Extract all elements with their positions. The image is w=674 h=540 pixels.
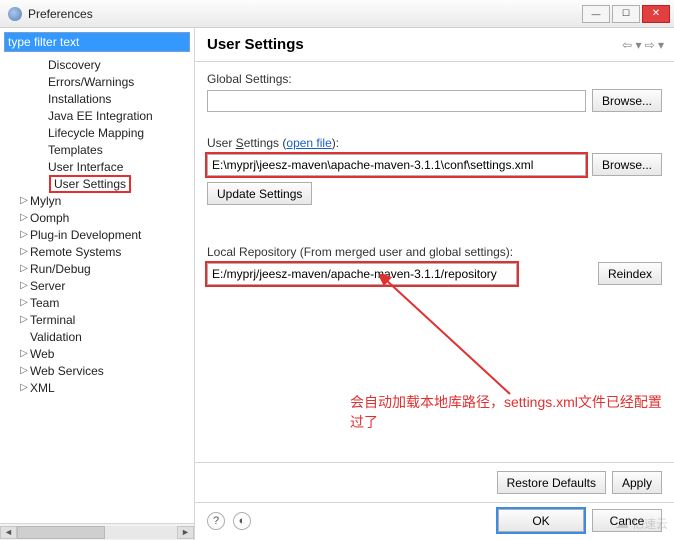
local-repo-field[interactable]: E:/myprj/jeesz-maven/apache-maven-3.1.1/… xyxy=(207,263,517,285)
tree-item[interactable]: Java EE Integration xyxy=(4,107,194,124)
tree-item[interactable]: Templates xyxy=(4,141,194,158)
tree-label: XML xyxy=(30,381,55,395)
tree-label: Terminal xyxy=(30,313,75,327)
expand-icon[interactable]: ▷ xyxy=(18,263,30,274)
tree-item[interactable]: ▷Plug-in Development xyxy=(4,226,194,243)
filter-input[interactable] xyxy=(5,33,189,51)
expand-icon[interactable]: ▷ xyxy=(18,365,30,376)
expand-icon[interactable]: ▷ xyxy=(18,246,30,257)
app-icon xyxy=(8,7,22,21)
global-settings-label: Global Settings: xyxy=(207,72,662,86)
tree-label: Run/Debug xyxy=(30,262,91,276)
tree-item[interactable]: ▷Team xyxy=(4,294,194,311)
expand-icon[interactable]: ▷ xyxy=(18,195,30,206)
scroll-left-icon[interactable]: ◄ xyxy=(0,526,17,539)
tree-item[interactable]: Validation xyxy=(4,328,194,345)
tree-label: Lifecycle Mapping xyxy=(48,126,144,140)
tree-item[interactable]: ▷Web Services xyxy=(4,362,194,379)
nav-forward-icon[interactable]: ⇨ ▾ xyxy=(645,38,664,52)
tree-label: Web Services xyxy=(30,364,104,378)
reindex-button[interactable]: Reindex xyxy=(598,262,662,285)
annotation-text: 会自动加载本地库路径，settings.xml文件已经配置过了 xyxy=(350,392,674,432)
page-title: User Settings xyxy=(207,36,622,53)
expand-icon[interactable]: ▷ xyxy=(18,280,30,291)
expand-icon[interactable]: ▷ xyxy=(18,314,30,325)
horizontal-scrollbar[interactable]: ◄ ► xyxy=(0,523,194,540)
tree-label: Plug-in Development xyxy=(30,228,141,242)
tree-label: Web xyxy=(30,347,54,361)
tree-item[interactable]: Installations xyxy=(4,90,194,107)
browse-user-button[interactable]: Browse... xyxy=(592,153,662,176)
tree-label: Mylyn xyxy=(30,194,61,208)
restore-defaults-button[interactable]: Restore Defaults xyxy=(497,471,606,494)
local-repo-label: Local Repository (From merged user and g… xyxy=(207,245,662,259)
tree-item[interactable]: ▷Run/Debug xyxy=(4,260,194,277)
tree-item[interactable]: ▷Mylyn xyxy=(4,192,194,209)
tree-item[interactable]: Errors/Warnings xyxy=(4,73,194,90)
window-title: Preferences xyxy=(28,7,582,21)
tree-label: User Settings xyxy=(49,175,131,193)
tree-label: Templates xyxy=(48,143,103,157)
preferences-tree[interactable]: Discovery Errors/Warnings Installations … xyxy=(0,56,194,523)
ok-button[interactable]: OK xyxy=(498,509,584,532)
expand-icon[interactable]: ▷ xyxy=(18,212,30,223)
user-settings-label: User Settings (open file): xyxy=(207,136,662,150)
tree-label: Discovery xyxy=(48,58,101,72)
apply-button[interactable]: Apply xyxy=(612,471,662,494)
help-icon[interactable]: ? xyxy=(207,512,225,530)
expand-icon[interactable]: ▷ xyxy=(18,297,30,308)
tree-label: Validation xyxy=(30,330,82,344)
minimize-button[interactable] xyxy=(582,5,610,23)
expand-icon[interactable]: ▷ xyxy=(18,382,30,393)
nav-back-icon[interactable]: ⇦ ▾ xyxy=(622,38,641,52)
tree-label: User Interface xyxy=(48,160,123,174)
expand-icon[interactable]: ▷ xyxy=(18,348,30,359)
cloud-icon: ☁ xyxy=(615,515,629,532)
tree-item[interactable]: Lifecycle Mapping xyxy=(4,124,194,141)
tree-label: Server xyxy=(30,279,65,293)
tree-label: Remote Systems xyxy=(30,245,121,259)
update-settings-button[interactable]: Update Settings xyxy=(207,182,312,205)
tree-item[interactable]: ▷Oomph xyxy=(4,209,194,226)
close-button[interactable] xyxy=(642,5,670,23)
import-export-icon[interactable]: ◐ xyxy=(233,512,251,530)
maximize-button[interactable] xyxy=(612,5,640,23)
sidebar: Discovery Errors/Warnings Installations … xyxy=(0,28,195,540)
tree-item[interactable]: ▷Web xyxy=(4,345,194,362)
scroll-thumb[interactable] xyxy=(17,526,105,539)
tree-item[interactable]: ▷XML xyxy=(4,379,194,396)
filter-input-wrap xyxy=(4,32,190,52)
open-file-link[interactable]: open file xyxy=(286,136,331,150)
tree-label: Team xyxy=(30,296,59,310)
tree-item[interactable]: User Interface xyxy=(4,158,194,175)
tree-label: Java EE Integration xyxy=(48,109,153,123)
watermark: ☁亿速云 xyxy=(615,515,668,532)
tree-item[interactable]: Discovery xyxy=(4,56,194,73)
scroll-right-icon[interactable]: ► xyxy=(177,526,194,539)
tree-label: Oomph xyxy=(30,211,69,225)
annotation-arrow-icon xyxy=(380,274,520,404)
browse-global-button[interactable]: Browse... xyxy=(592,89,662,112)
tree-item[interactable]: ▷Remote Systems xyxy=(4,243,194,260)
global-settings-field[interactable] xyxy=(207,90,586,112)
tree-item-user-settings[interactable]: User Settings xyxy=(4,175,194,192)
tree-label: Errors/Warnings xyxy=(48,75,134,89)
tree-label: Installations xyxy=(48,92,111,106)
tree-item[interactable]: ▷Terminal xyxy=(4,311,194,328)
tree-item[interactable]: ▷Server xyxy=(4,277,194,294)
user-settings-field[interactable]: E:\myprj\jeesz-maven\apache-maven-3.1.1\… xyxy=(207,154,586,176)
expand-icon[interactable]: ▷ xyxy=(18,229,30,240)
